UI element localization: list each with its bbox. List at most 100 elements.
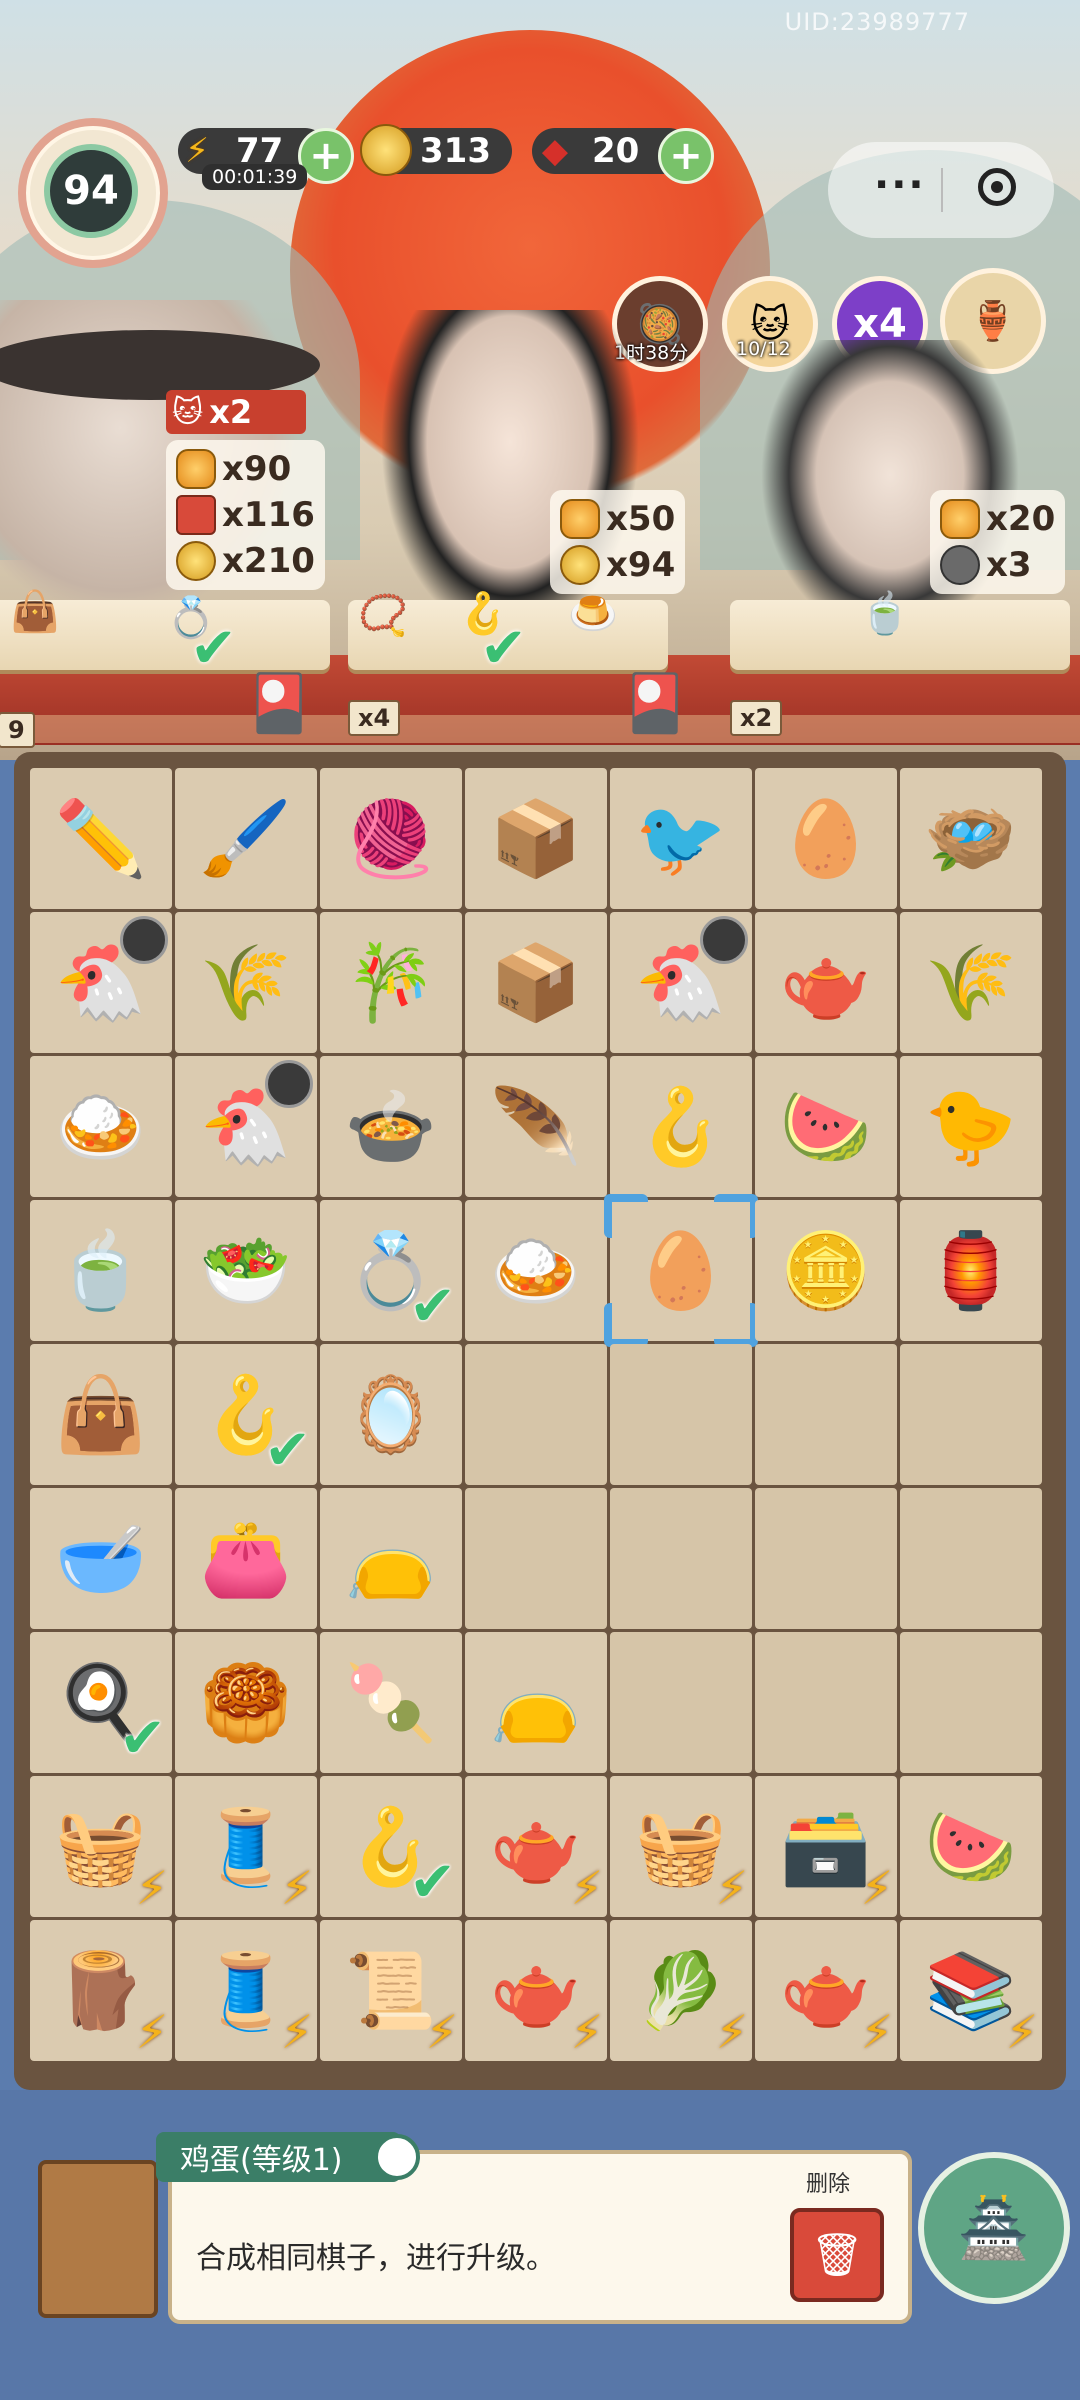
board-cell[interactable]: 📚 ⚡ (900, 1920, 1042, 2061)
empty-cell[interactable] (465, 1488, 607, 1629)
close-target-icon[interactable] (978, 168, 1016, 206)
more-menu-icon[interactable]: ··· (874, 162, 926, 208)
board-cell[interactable]: 🐤 (900, 1056, 1042, 1197)
watermelon-slices-icon: 🍉 (924, 1803, 1018, 1890)
silk-cocoons-icon: 🧶 (344, 795, 438, 882)
reward-value: x50 (606, 499, 676, 539)
board-cell[interactable]: 🪙 (755, 1200, 897, 1341)
board-cell[interactable]: 🪵 ⚡ (30, 1920, 172, 2061)
board-cell[interactable]: 🍉 (755, 1056, 897, 1197)
board-cell[interactable]: 🗃️ ⚡ (755, 1776, 897, 1917)
board-cell[interactable]: 🐔 (175, 1056, 317, 1197)
board-cell[interactable]: 🍵 (30, 1200, 172, 1341)
miniprogram-capsule: ··· (828, 142, 1054, 238)
empty-cell[interactable] (465, 1344, 607, 1485)
board-cell[interactable]: 📦 (465, 912, 607, 1053)
board-cell[interactable]: 🪺 (900, 768, 1042, 909)
embroidered-pouch-icon: 👛 (199, 1515, 293, 1602)
coin-icon (360, 124, 412, 176)
order-scroll-1[interactable]: 👜 💍 ✔ (0, 589, 330, 681)
board-cell[interactable]: 🧵 ⚡ (175, 1776, 317, 1917)
board-cell[interactable]: 🪝 (610, 1056, 752, 1197)
board-cell[interactable]: 🥣 (30, 1488, 172, 1629)
empty-cell[interactable] (900, 1488, 1042, 1629)
board-cell[interactable]: 👜 (30, 1344, 172, 1485)
board-cell[interactable]: 💍 ✔ (320, 1200, 462, 1341)
lantern-icon: 🏮 (924, 1227, 1018, 1314)
cat-face-icon: 🐱 (172, 394, 204, 430)
board-cell[interactable]: 🖌️ (175, 768, 317, 909)
bamboo-shoots-icon: 🎋 (344, 939, 438, 1026)
board-cell[interactable]: 🐔 (610, 912, 752, 1053)
board-cell[interactable]: 🍛 (30, 1056, 172, 1197)
selection-corner (604, 1303, 648, 1347)
board-cell[interactable]: 🫖 ⚡ (465, 1776, 607, 1917)
board-cell[interactable]: 👝 (320, 1488, 462, 1629)
lightning-icon: ⚡ (860, 1861, 893, 1915)
empty-cell[interactable] (610, 1344, 752, 1485)
board-cell[interactable]: 📦 (465, 768, 607, 909)
coin-counter[interactable]: 313 (360, 124, 512, 176)
empty-cell[interactable] (755, 1344, 897, 1485)
empty-cell[interactable] (900, 1632, 1042, 1773)
order-scroll-3[interactable]: 🍵 (730, 591, 1070, 670)
pavilion-shop-icon[interactable]: 🏯 (918, 2152, 1070, 2304)
board-cell[interactable]: 📜 ⚡ (320, 1920, 462, 2061)
board-cell[interactable]: 👝 (465, 1632, 607, 1773)
board-cell[interactable]: 🏮 (900, 1200, 1042, 1341)
board-cell[interactable]: 🫖 ⚡ (465, 1920, 607, 2061)
board-cell[interactable]: 🥚 (755, 768, 897, 909)
empty-cell[interactable] (900, 1344, 1042, 1485)
board-cell[interactable]: 🧺 ⚡ (610, 1776, 752, 1917)
order-scroll-2[interactable]: 📿 🪝 ✔ 🍮 (348, 591, 668, 681)
empty-cell[interactable] (610, 1488, 752, 1629)
board-cell[interactable]: 🧺 ⚡ (30, 1776, 172, 1917)
board-cell[interactable]: 🧶 (320, 768, 462, 909)
board-cell[interactable]: 🪝 ✔ (320, 1776, 462, 1917)
lightning-icon: ⚡ (135, 1861, 168, 1915)
timer-icon (120, 916, 168, 964)
grain-husks-icon: 🌾 (199, 939, 293, 1026)
magnifier-icon[interactable] (374, 2134, 420, 2180)
amber-icon (560, 499, 600, 539)
board-cell[interactable]: ✏️ (30, 768, 172, 909)
reward-value: x20 (986, 499, 1056, 539)
check-icon: ✔ (480, 616, 527, 681)
empty-cell[interactable] (755, 1488, 897, 1629)
storage-cabinet-icon[interactable] (38, 2160, 158, 2318)
flower-pastry-icon: 🥮 (199, 1659, 293, 1746)
board-cell[interactable]: 🍲 (320, 1056, 462, 1197)
board-cell[interactable]: 🫖 (755, 912, 897, 1053)
board-cell[interactable]: 🪞 (320, 1344, 462, 1485)
board-cell[interactable]: 🍉 (900, 1776, 1042, 1917)
trash-icon[interactable]: 🗑 (790, 2208, 884, 2302)
board-cell[interactable]: 🐔 (30, 912, 172, 1053)
board-cell[interactable]: 🥮 (175, 1632, 317, 1773)
board-cell[interactable]: 🎋 (320, 912, 462, 1053)
board-cell[interactable]: 🫖 ⚡ (755, 1920, 897, 2061)
board-cell[interactable]: 🥬 ⚡ (610, 1920, 752, 2061)
board-cell[interactable]: 🍛 (465, 1200, 607, 1341)
board-cell[interactable]: 🪶 (465, 1056, 607, 1197)
board-cell[interactable]: 🍡 (320, 1632, 462, 1773)
order-scroll-box-icon: 🎴 (244, 671, 314, 736)
player-level-badge[interactable]: 94 (18, 118, 168, 268)
board-cell[interactable]: 🧵 ⚡ (175, 1920, 317, 2061)
board-cell[interactable]: 🪝 ✔ (175, 1344, 317, 1485)
board-cell[interactable]: 🐦 (610, 768, 752, 909)
board-cell[interactable]: 🥗 (175, 1200, 317, 1341)
capsule-divider (941, 168, 943, 212)
add-gems-button[interactable]: + (658, 128, 714, 184)
amber-icon (940, 499, 980, 539)
fruit-platter-icon: 🍉 (779, 1083, 873, 1170)
board-cell[interactable]: 🌾 (900, 912, 1042, 1053)
lightning-icon: ⚡ (280, 2005, 313, 2059)
board-cell[interactable]: 🌾 (175, 912, 317, 1053)
board-cell[interactable]: 🍳 ✔ (30, 1632, 172, 1773)
board-cell[interactable]: 👛 (175, 1488, 317, 1629)
reward-value: x3 (986, 545, 1032, 585)
board-cell[interactable]: 🥚 (604, 1194, 758, 1347)
yellow-bird-icon: 🐤 (924, 1083, 1018, 1170)
empty-cell[interactable] (610, 1632, 752, 1773)
empty-cell[interactable] (755, 1632, 897, 1773)
